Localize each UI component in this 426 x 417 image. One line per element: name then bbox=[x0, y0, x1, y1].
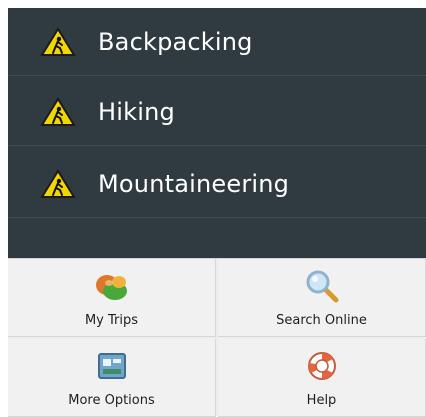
list-item-label: Mountaineering bbox=[98, 169, 290, 198]
warning-hiker-icon bbox=[40, 168, 76, 198]
warning-hiker-icon bbox=[40, 96, 76, 126]
more-options-icon bbox=[97, 353, 126, 379]
app-screen: Backpacking Hiking Mountaineering My Tri… bbox=[0, 0, 426, 417]
activity-list: Backpacking Hiking Mountaineering bbox=[8, 8, 426, 258]
list-item-backpacking[interactable]: Backpacking bbox=[8, 8, 426, 76]
menu-item-search-online[interactable]: Search Online bbox=[218, 259, 426, 337]
menu-item-label: My Trips bbox=[84, 313, 139, 328]
options-menu: My Trips Search Online More Options Help bbox=[8, 258, 426, 417]
my-trips-icon bbox=[95, 275, 127, 300]
list-item-mountaineering[interactable]: Mountaineering bbox=[8, 150, 426, 218]
list-item-label: Backpacking bbox=[98, 27, 253, 56]
list-item-hiking[interactable]: Hiking bbox=[8, 78, 426, 146]
menu-item-label: Help bbox=[306, 393, 337, 408]
menu-item-more-options[interactable]: More Options bbox=[8, 339, 216, 417]
menu-item-help[interactable]: Help bbox=[218, 339, 426, 417]
menu-item-my-trips[interactable]: My Trips bbox=[8, 259, 216, 337]
menu-item-label: Search Online bbox=[276, 313, 367, 328]
lifebuoy-icon bbox=[307, 352, 336, 380]
warning-hiker-icon bbox=[40, 26, 76, 56]
list-item-label: Hiking bbox=[98, 97, 175, 126]
magnifier-icon bbox=[306, 270, 338, 303]
menu-item-label: More Options bbox=[68, 393, 155, 408]
